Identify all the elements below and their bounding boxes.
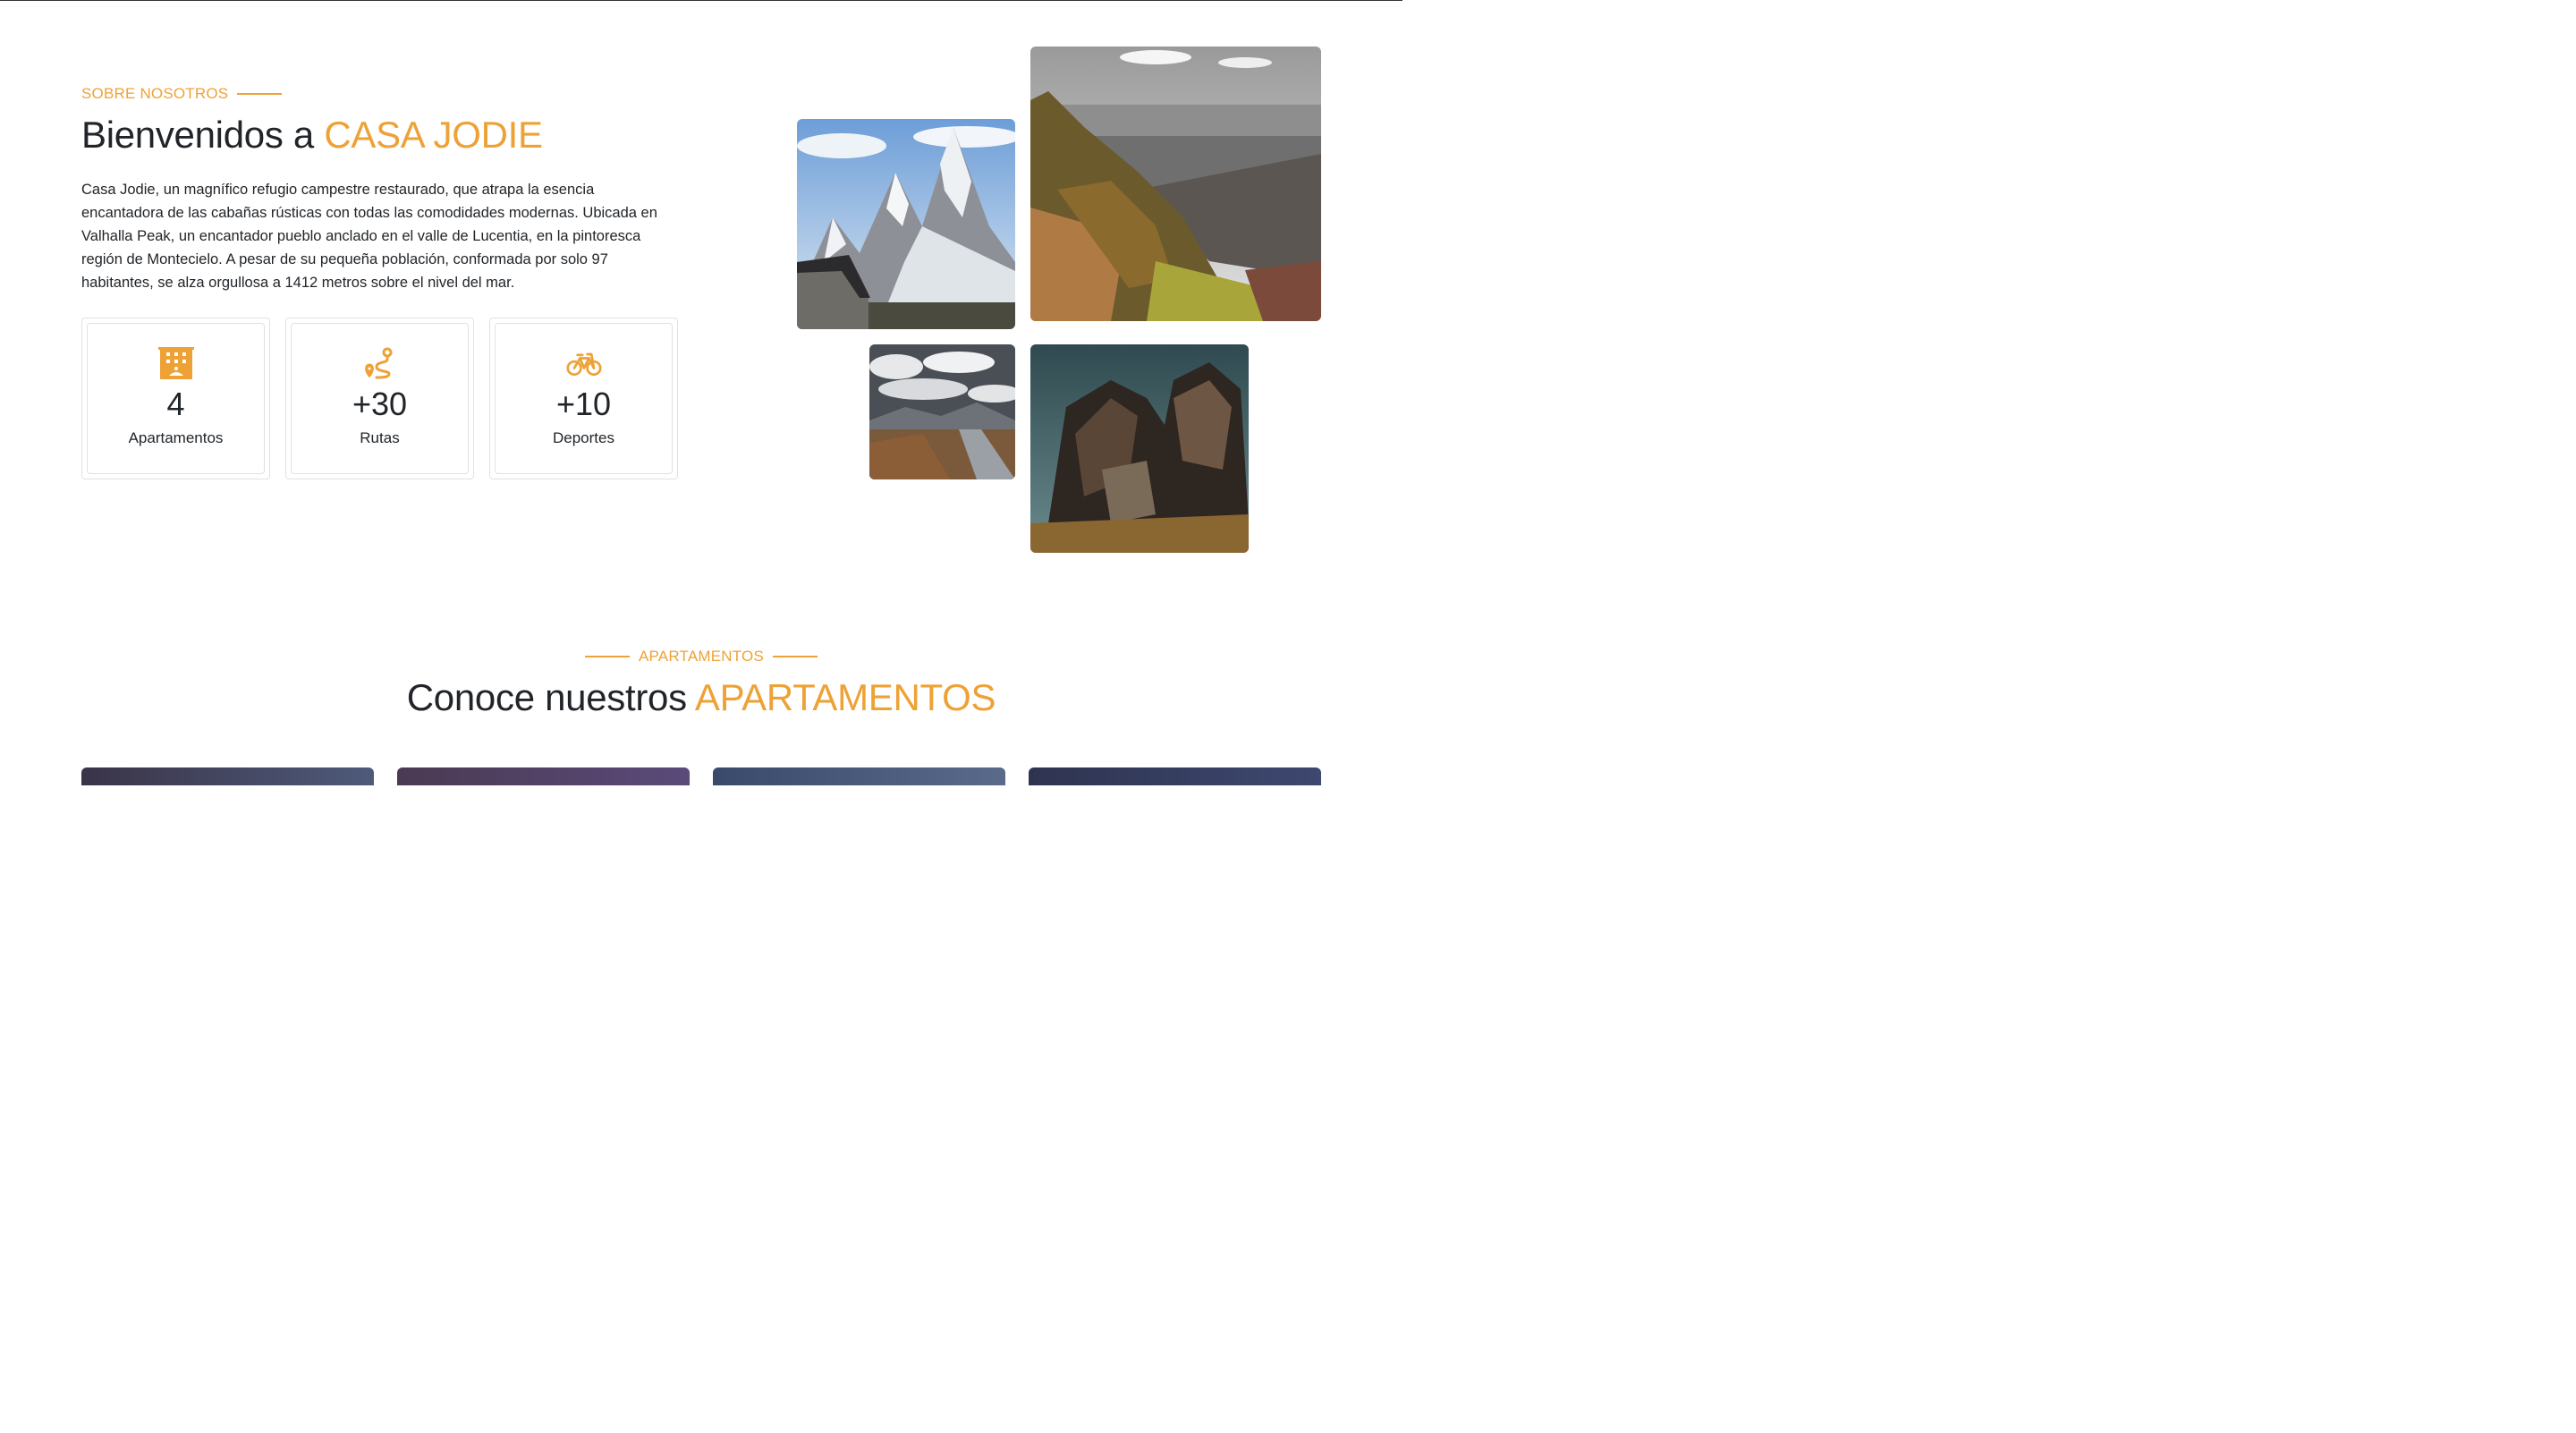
stat-label: Deportes [553, 429, 614, 446]
stat-label: Rutas [360, 429, 400, 446]
about-title-prefix: Bienvenidos a [81, 114, 325, 156]
bicycle-icon [565, 345, 602, 381]
cloudy-road-photo [869, 344, 1015, 479]
building-icon [157, 345, 194, 381]
about-section: SOBRE NOSOTROS Bienvenidos a CASA JODIE … [81, 85, 690, 479]
stats-row: 4 Apartamentos +30 Rutas +10 Deportes [81, 318, 690, 479]
apartments-section-header: APARTAMENTOS Conoce nuestros APARTAMENTO… [0, 648, 1402, 719]
rock-formation-photo [1030, 344, 1249, 553]
apartments-title-accent: APARTAMENTOS [694, 676, 996, 718]
route-icon [362, 345, 398, 381]
apartments-title: Conoce nuestros APARTAMENTOS [0, 676, 1402, 719]
apartment-card[interactable] [1029, 767, 1321, 785]
apartments-eyebrow: APARTAMENTOS [0, 648, 1402, 666]
about-description: Casa Jodie, un magnífico refugio campest… [81, 182, 657, 291]
stat-value: +10 [555, 386, 612, 422]
apartment-card[interactable] [397, 767, 690, 785]
valley-cliff-photo [1030, 47, 1321, 321]
about-title: Bienvenidos a CASA JODIE [81, 114, 690, 157]
eyebrow-divider [773, 656, 818, 657]
snowy-mountain-cabin-photo [797, 119, 1015, 329]
top-border [0, 0, 1402, 1]
apartment-card[interactable] [81, 767, 374, 785]
stat-card-apartments: 4 Apartamentos [81, 318, 270, 479]
apartment-cards-row [81, 767, 1321, 785]
apartments-eyebrow-text: APARTAMENTOS [638, 648, 764, 665]
stat-label: Apartamentos [128, 429, 224, 446]
about-title-accent: CASA JODIE [324, 114, 543, 156]
apartment-card[interactable] [713, 767, 1005, 785]
stat-value: +30 [352, 386, 408, 422]
about-eyebrow: SOBRE NOSOTROS [81, 85, 690, 103]
eyebrow-divider [237, 93, 283, 95]
stat-value: 4 [166, 386, 185, 422]
about-eyebrow-text: SOBRE NOSOTROS [81, 85, 229, 102]
eyebrow-divider [584, 656, 630, 657]
stat-card-routes: +30 Rutas [285, 318, 474, 479]
stat-card-sports: +10 Deportes [489, 318, 678, 479]
apartments-title-prefix: Conoce nuestros [406, 676, 695, 718]
